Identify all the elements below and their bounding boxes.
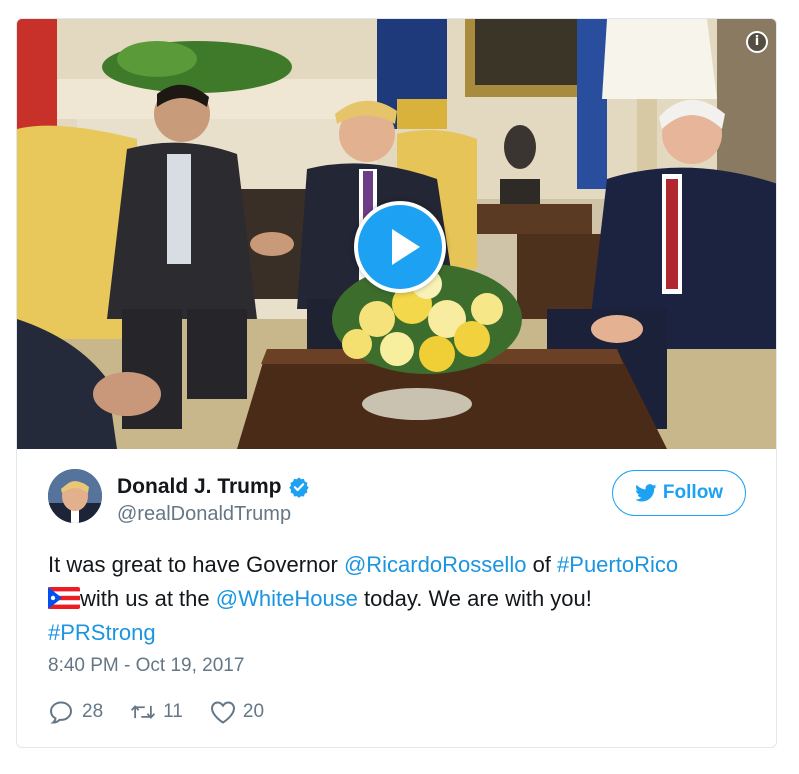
tweet-card: i Donald J. Trump @realDonaldTrump Follo…	[16, 18, 777, 748]
puerto-rico-flag-icon	[48, 587, 80, 609]
text-segment: today. We are with you!	[357, 586, 592, 611]
text-segment: with us at the	[80, 586, 216, 611]
display-name[interactable]: Donald J. Trump	[117, 475, 282, 499]
text-segment: of	[526, 552, 558, 577]
verified-badge-icon	[288, 477, 309, 498]
reply-button[interactable]: 28	[48, 699, 103, 725]
heart-icon	[210, 701, 235, 724]
mention-link[interactable]: @RicardoRossello	[344, 552, 527, 577]
twitter-bird-icon	[635, 484, 657, 502]
text-segment: It was great to have Governor	[48, 552, 344, 577]
retweet-button[interactable]: 11	[129, 699, 183, 725]
reply-count: 28	[82, 701, 104, 722]
play-button[interactable]	[354, 201, 446, 293]
retweet-icon	[131, 705, 156, 719]
author-handle[interactable]: @realDonaldTrump	[117, 503, 291, 526]
video-media[interactable]: i	[17, 19, 776, 449]
like-count: 20	[242, 701, 265, 722]
follow-label: Follow	[662, 482, 724, 503]
hashtag-link[interactable]: #PuertoRico	[557, 552, 678, 577]
reply-icon	[49, 701, 73, 724]
info-icon[interactable]: i	[746, 31, 768, 53]
mention-link[interactable]: @WhiteHouse	[216, 586, 358, 611]
hashtag-link[interactable]: #PRStrong	[48, 620, 156, 645]
play-icon	[392, 229, 420, 265]
retweet-count: 11	[163, 701, 183, 722]
follow-button[interactable]: Follow	[612, 470, 746, 516]
like-button[interactable]: 20	[209, 699, 264, 725]
avatar-image	[48, 469, 102, 523]
tweet-actions: 28 11 20	[48, 699, 290, 725]
author-name-row[interactable]: Donald J. Trump	[117, 475, 310, 499]
tweet-text: It was great to have Governor @RicardoRo…	[48, 548, 758, 650]
avatar[interactable]	[48, 469, 102, 523]
tweet-timestamp[interactable]: 8:40 PM - Oct 19, 2017	[48, 655, 244, 677]
